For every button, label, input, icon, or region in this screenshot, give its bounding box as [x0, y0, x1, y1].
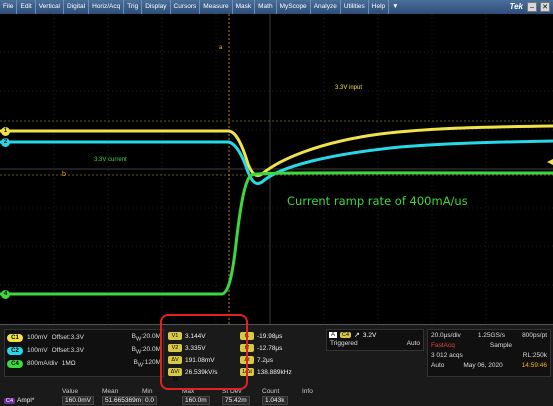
trigger-mode: A: [329, 332, 337, 338]
table-row[interactable]: C4 Ampl* 160.0mV 51.665369m 0.0 160.0m 75…: [4, 396, 324, 406]
menu-digital[interactable]: Digital: [64, 0, 90, 14]
meas-min: 0.0: [142, 396, 158, 405]
ch4-marker[interactable]: 4: [1, 290, 10, 299]
waveform-graticule: [0, 14, 553, 324]
menu-mask[interactable]: Mask: [233, 0, 256, 14]
menu-measure[interactable]: Measure: [200, 0, 233, 14]
measurement-table: Value Mean Min Max St Dev Count Info C4 A…: [4, 388, 324, 406]
meas-header: Info: [302, 388, 313, 395]
menu-math[interactable]: Math: [255, 0, 277, 14]
cursor-highlight-box: [160, 314, 248, 390]
channel-row[interactable]: C4 800mA/div 1MΩ BW:120M: [5, 358, 163, 369]
meas-name: Ampl*: [17, 397, 35, 404]
menu-edit[interactable]: Edit: [17, 0, 36, 14]
ch4-termination: 1MΩ: [61, 360, 76, 367]
channel-row[interactable]: C1 100mV Offset:3.3V BW:20.0M: [5, 332, 163, 343]
ch1-trace: [0, 124, 553, 178]
ramp-rate-annotation: Current ramp rate of 400mA/us: [287, 194, 468, 208]
trigger-status: Triggered: [330, 340, 358, 347]
trigger-readout[interactable]: A C4 ↗ 3.2V Triggered Auto: [326, 329, 424, 351]
label-3v3-input: 3.3V input: [335, 85, 363, 91]
sample-mode: Sample: [489, 342, 512, 349]
ch4-scale: 800mA/div: [27, 360, 58, 367]
meas-value: 160.0mV: [62, 396, 95, 405]
meas-source-tag: C4: [4, 398, 16, 404]
ch1-bandwidth: BW:20.0M: [131, 332, 161, 343]
time-per-point: 800ps/pt: [522, 332, 547, 339]
cursor-dt-value: 7.2μs: [257, 356, 274, 364]
ch1-scale: 100mV: [27, 334, 48, 341]
cursor-t1-value: -19.98μs: [257, 332, 283, 340]
acq-time: 14:59:46: [521, 362, 547, 369]
trigger-auto: Auto: [406, 340, 420, 347]
status-panel: C1 100mV Offset:3.3V BW:20.0M C2 100mV O…: [0, 324, 553, 406]
ch4-bandwidth: BW:120M: [133, 358, 161, 369]
record-length: RL:250k: [522, 352, 547, 359]
ch1-offset: Offset:3.3V: [51, 334, 85, 341]
sample-rate: 1.25GS/s: [477, 332, 505, 339]
meas-count: 1.043k: [262, 396, 288, 405]
menu-bar: File Edit Vertical Digital Horiz/Acq Tri…: [0, 0, 553, 14]
ch2-marker[interactable]: 2: [1, 138, 10, 147]
cursor-freq-value: 138.889kHz: [257, 368, 292, 376]
brand-logo: Tek: [509, 2, 524, 11]
acq-count: 3 012 acqs: [431, 352, 463, 359]
ch4-tag[interactable]: C4: [7, 359, 23, 368]
menu-utilities[interactable]: Utilities: [341, 0, 369, 14]
ch2-scale: 100mV: [27, 347, 48, 354]
meas-max: 160.0m: [182, 396, 210, 405]
channel-settings: C1 100mV Offset:3.3V BW:20.0M C2 100mV O…: [4, 329, 164, 377]
ch2-tag[interactable]: C2: [7, 346, 23, 355]
acquisition-readout[interactable]: 20.0μs/div 1.25GS/s 800ps/pt FastAcq Sam…: [427, 329, 551, 377]
menu-file[interactable]: File: [0, 0, 18, 14]
cursor-t2-value: -12.78μs: [257, 344, 283, 352]
waveform-display[interactable]: a b 3.3V input 3.3V current Current ramp…: [0, 14, 553, 324]
menu-trig[interactable]: Trig: [124, 0, 143, 14]
channel-row[interactable]: C2 100mV Offset:3.3V BW:20.0M: [5, 345, 163, 356]
acq-date: May 06, 2020: [463, 362, 503, 369]
ch1-tag[interactable]: C1: [7, 333, 23, 342]
menu-horiz-acq[interactable]: Horiz/Acq: [89, 0, 125, 14]
trigger-slope-icon: ↗: [354, 332, 360, 339]
ch2-trace: [0, 139, 553, 186]
minimize-icon[interactable]: –: [527, 2, 537, 12]
menu-analyze[interactable]: Analyze: [311, 0, 341, 14]
menu-cursors[interactable]: Cursors: [171, 0, 201, 14]
timebase: 20.0μs/div: [431, 332, 461, 339]
menu-display[interactable]: Display: [142, 0, 171, 14]
menu-myscope[interactable]: MyScope: [277, 0, 311, 14]
menu-help[interactable]: Help: [369, 0, 390, 14]
trigger-level-marker: [547, 159, 553, 165]
cursor-b-label[interactable]: b: [62, 171, 66, 178]
menu-vertical[interactable]: Vertical: [36, 0, 65, 14]
close-icon[interactable]: ✕: [540, 2, 550, 12]
label-3v3-current: 3.3V current: [94, 157, 127, 163]
ch4-trace: [0, 171, 553, 296]
meas-header: [4, 388, 62, 397]
trigger-source: C4: [340, 332, 352, 338]
ch2-bandwidth: BW:20.0M: [131, 345, 161, 356]
ch2-offset: Offset:3.3V: [51, 347, 85, 354]
acq-auto: Auto: [431, 362, 445, 369]
meas-stdev: 75.42m: [222, 396, 250, 405]
trigger-level: 3.2V: [362, 331, 377, 339]
meas-mean: 51.665369m: [102, 396, 145, 405]
cursor-a-label[interactable]: a: [219, 45, 222, 51]
chevron-down-icon[interactable]: ▼: [389, 0, 401, 14]
ch1-marker[interactable]: 1: [1, 127, 10, 136]
acq-mode: FastAcq: [431, 342, 455, 349]
